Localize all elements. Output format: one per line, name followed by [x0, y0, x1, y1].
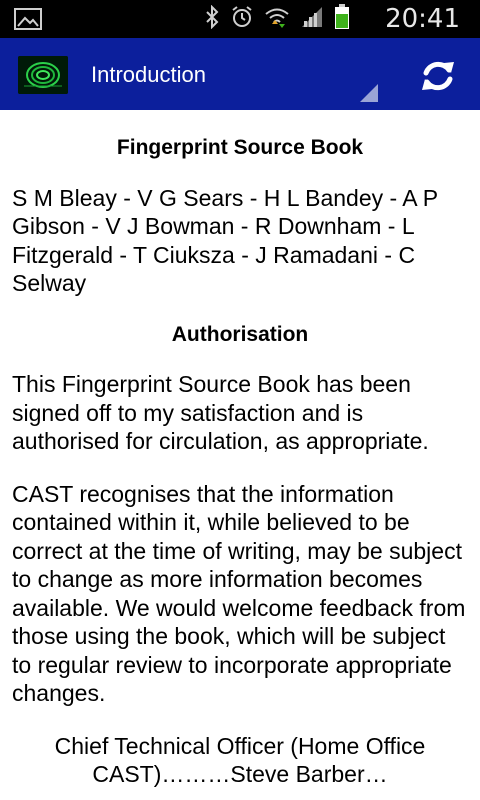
- wifi-icon: [264, 5, 290, 33]
- fingerprint-logo-icon[interactable]: [18, 56, 68, 94]
- authorisation-paragraph: This Fingerprint Source Book has been si…: [12, 371, 429, 454]
- action-bar: Introduction: [0, 38, 480, 110]
- status-icons: [204, 4, 350, 34]
- battery-icon: [334, 4, 350, 34]
- status-time: 20:41: [385, 4, 460, 34]
- signature-line: Chief Technical Officer (Home Office CAS…: [54, 732, 426, 788]
- intro-content[interactable]: Fingerprint Source Book S M Bleay - V G …: [12, 110, 468, 789]
- authorisation-heading: Authorisation: [171, 322, 309, 346]
- image-icon: [14, 8, 42, 30]
- signal-icon: [300, 5, 324, 33]
- status-bar: 20:41: [0, 0, 480, 38]
- alarm-icon: [230, 5, 254, 33]
- refresh-icon[interactable]: [418, 56, 458, 96]
- feedback-paragraph: CAST recognises that the information con…: [12, 480, 466, 707]
- page-title[interactable]: Introduction: [91, 60, 206, 90]
- main-heading: Fingerprint Source Book: [116, 136, 364, 159]
- authors-list: S M Bleay - V G Sears - H L Bandey - A P…: [12, 184, 438, 297]
- bluetooth-icon: [204, 4, 220, 33]
- spinner-indicator[interactable]: [360, 84, 378, 102]
